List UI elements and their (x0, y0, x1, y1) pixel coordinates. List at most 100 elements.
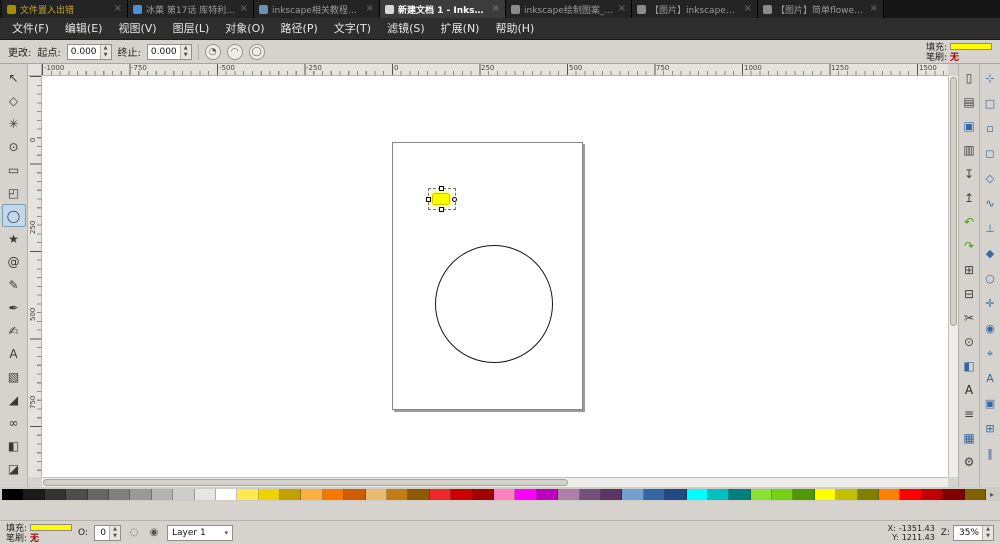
horizontal-scrollbar[interactable] (42, 477, 948, 487)
spin-up-icon[interactable]: ▲ (101, 45, 111, 52)
menu-item[interactable]: 滤镜(S) (379, 18, 433, 40)
snap-bbox-edges-icon[interactable]: ▫ (981, 116, 1000, 141)
menu-item[interactable]: 视图(V) (110, 18, 164, 40)
make-whole-icon[interactable]: ◯ (249, 44, 265, 60)
palette-swatch[interactable] (109, 489, 130, 500)
snap-rotation-centers-icon[interactable]: ⌖ (981, 341, 1000, 366)
palette-swatch[interactable] (580, 489, 601, 500)
window-tab[interactable]: 【图片】inkscape实例bolg… × (632, 0, 758, 18)
yellow-ellipse[interactable] (432, 193, 450, 205)
tool-text-icon[interactable]: A (2, 342, 26, 365)
spinner-arrows[interactable]: ▲ ▼ (982, 526, 993, 540)
palette-swatch[interactable] (793, 489, 814, 500)
tool-dropper-icon[interactable]: ◢ (2, 388, 26, 411)
resize-handle-left[interactable] (426, 197, 431, 202)
snap-bbox-corners-icon[interactable]: ◻ (981, 141, 1000, 166)
spin-up-icon[interactable]: ▲ (983, 526, 993, 533)
palette-swatch[interactable] (515, 489, 536, 500)
slice-toggle-icon[interactable]: ◔ (205, 44, 221, 60)
palette-swatch[interactable] (836, 489, 857, 500)
spinner-arrows[interactable]: ▲ ▼ (180, 45, 191, 59)
menu-item[interactable]: 路径(P) (273, 18, 326, 40)
palette-swatch[interactable] (965, 489, 986, 500)
opacity-spinner[interactable]: 0 ▲ ▼ (94, 525, 121, 541)
tool-paintbucket-icon[interactable]: ◧ (2, 434, 26, 457)
palette-swatch[interactable] (173, 489, 194, 500)
vscroll-thumb[interactable] (950, 77, 957, 326)
palette-swatch[interactable] (601, 489, 622, 500)
palette-swatch[interactable] (451, 489, 472, 500)
palette-swatch[interactable] (644, 489, 665, 500)
snap-cusp-nodes-icon[interactable]: ◆ (981, 241, 1000, 266)
window-tab[interactable]: inkscape相关教程汇总… × (254, 0, 380, 18)
snap-text-baseline-icon[interactable]: A (981, 366, 1000, 391)
xml-editor-icon[interactable]: ≡ (960, 402, 979, 426)
palette-swatch[interactable] (494, 489, 515, 500)
open-document-icon[interactable]: ▤ (960, 90, 979, 114)
palette-swatch[interactable] (323, 489, 344, 500)
circle-shape[interactable] (435, 245, 553, 363)
window-tab[interactable]: 新建文档 1 - Inkscape × (380, 0, 506, 18)
palette-swatch[interactable] (430, 489, 451, 500)
layer-selector[interactable]: Layer 1 ▾ (167, 525, 233, 541)
spin-down-icon[interactable]: ▼ (110, 533, 120, 540)
horizontal-ruler[interactable]: -1000 -750 -500 -250 0 250 500 750 1000 … (42, 64, 948, 76)
preferences-icon[interactable]: ⚙ (960, 450, 979, 474)
tab-close-icon[interactable]: × (492, 4, 500, 14)
tab-close-icon[interactable]: × (744, 4, 752, 14)
arc-toggle-icon[interactable]: ◠ (227, 44, 243, 60)
fill-stroke-dialog-icon[interactable]: ◧ (960, 354, 979, 378)
palette-swatch[interactable] (344, 489, 365, 500)
resize-handle-top[interactable] (439, 186, 444, 191)
layer-lock-icon[interactable]: ◌ (127, 526, 141, 540)
tool-node-editor-icon[interactable]: ◇ (2, 89, 26, 112)
palette-swatch[interactable] (366, 489, 387, 500)
align-dialog-icon[interactable]: ▦ (960, 426, 979, 450)
snap-paths-icon[interactable]: ∿ (981, 191, 1000, 216)
palette-swatch[interactable] (66, 489, 87, 500)
fill-color-swatch[interactable] (30, 524, 72, 531)
spinner-arrows[interactable]: ▲ ▼ (100, 45, 111, 59)
tab-close-icon[interactable]: × (870, 4, 878, 14)
spin-up-icon[interactable]: ▲ (181, 45, 191, 52)
menu-item[interactable]: 扩展(N) (433, 18, 488, 40)
palette-swatch[interactable] (387, 489, 408, 500)
snap-bbox-icon[interactable]: □ (981, 91, 1000, 116)
redo-icon[interactable]: ↷ (960, 234, 979, 258)
print-icon[interactable]: ▥ (960, 138, 979, 162)
snap-smooth-nodes-icon[interactable]: ○ (981, 266, 1000, 291)
paste-icon[interactable]: ⊟ (960, 282, 979, 306)
palette-swatch[interactable] (922, 489, 943, 500)
palette-swatch[interactable] (858, 489, 879, 500)
palette-swatch[interactable] (237, 489, 258, 500)
canvas[interactable] (42, 76, 948, 477)
vertical-ruler[interactable]: 0 250 500 750 (28, 76, 42, 477)
arc-end-spinner[interactable]: 0.000 ▲ ▼ (147, 44, 192, 60)
menu-item[interactable]: 文件(F) (4, 18, 57, 40)
spin-up-icon[interactable]: ▲ (110, 526, 120, 533)
tool-tweak-icon[interactable]: ✳ (2, 112, 26, 135)
snap-nodes-icon[interactable]: ◇ (981, 166, 1000, 191)
palette-swatch[interactable] (280, 489, 301, 500)
tool-rectangle-icon[interactable]: ▭ (2, 158, 26, 181)
palette-swatch[interactable] (45, 489, 66, 500)
palette-swatch[interactable] (473, 489, 494, 500)
palette-swatch[interactable] (772, 489, 793, 500)
palette-swatch[interactable] (558, 489, 579, 500)
window-tab[interactable]: inkscape绘制图案_inksc… × (506, 0, 632, 18)
palette-swatch[interactable] (879, 489, 900, 500)
arc-handle[interactable] (452, 197, 457, 202)
undo-icon[interactable]: ↶ (960, 210, 979, 234)
text-dialog-icon[interactable]: A (960, 378, 979, 402)
save-document-icon[interactable]: ▣ (960, 114, 979, 138)
copy-icon[interactable]: ⊞ (960, 258, 979, 282)
tool-pencil-icon[interactable]: ✎ (2, 273, 26, 296)
export-icon[interactable]: ↥ (960, 186, 979, 210)
spin-down-icon[interactable]: ▼ (983, 533, 993, 540)
zoom-drawing-icon[interactable]: ⊙ (960, 330, 979, 354)
palette-swatch[interactable] (815, 489, 836, 500)
layer-visibility-icon[interactable]: ◉ (147, 526, 161, 540)
palette-swatch[interactable] (708, 489, 729, 500)
tool-zoom-icon[interactable]: ⊙ (2, 135, 26, 158)
menu-item[interactable]: 对象(O) (217, 18, 272, 40)
